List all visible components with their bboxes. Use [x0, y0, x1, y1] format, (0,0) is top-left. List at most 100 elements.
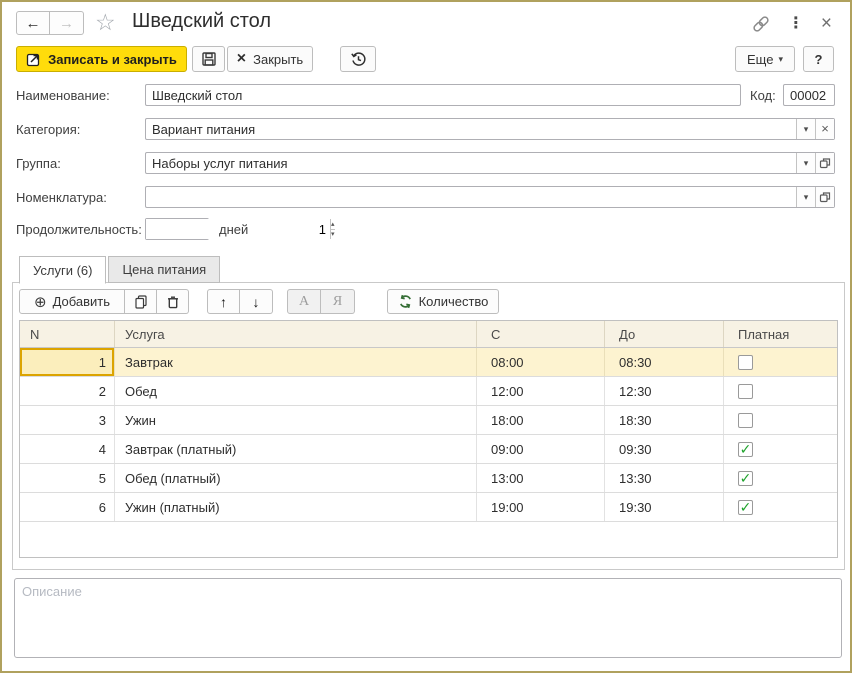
- cell-paid[interactable]: [724, 406, 837, 434]
- arrow-up-icon: ↑: [220, 294, 227, 310]
- back-button[interactable]: ←: [16, 11, 50, 35]
- kebab-menu-icon[interactable]: ⋮: [788, 16, 804, 32]
- nomenclature-input[interactable]: [146, 187, 796, 207]
- column-header-to[interactable]: До: [605, 321, 724, 347]
- cell-to[interactable]: 12:30: [605, 377, 724, 405]
- cell-n[interactable]: 6: [20, 493, 115, 521]
- group-dropdown-button[interactable]: ▾: [796, 153, 815, 173]
- copy-pages-icon: [133, 294, 149, 310]
- cell-service[interactable]: Завтрак (платный): [115, 435, 477, 463]
- cell-n[interactable]: 2: [20, 377, 115, 405]
- help-button[interactable]: ?: [803, 46, 834, 72]
- more-button[interactable]: Еще ▾: [735, 46, 795, 72]
- nomenclature-dropdown-button[interactable]: ▾: [796, 187, 815, 207]
- cell-service[interactable]: Завтрак: [115, 348, 477, 376]
- cell-paid[interactable]: [724, 377, 837, 405]
- cell-from[interactable]: 19:00: [477, 493, 605, 521]
- refresh-count-label: Количество: [419, 294, 489, 309]
- copy-row-button[interactable]: [125, 289, 157, 314]
- cell-service[interactable]: Обед (платный): [115, 464, 477, 492]
- history-button[interactable]: [340, 46, 376, 72]
- sort-asc-button[interactable]: А: [287, 289, 321, 314]
- chevron-down-icon: ▾: [804, 158, 809, 169]
- spin-up-icon[interactable]: ▴: [331, 219, 335, 230]
- tab-services[interactable]: Услуги (6): [19, 256, 106, 284]
- save-button[interactable]: [192, 46, 225, 72]
- duration-field-label: Продолжительность:: [16, 222, 142, 237]
- table-edit-buttons: ⊕ Добавить: [19, 289, 189, 314]
- paid-checkbox[interactable]: [738, 442, 753, 457]
- category-dropdown-button[interactable]: ▾: [796, 119, 815, 139]
- paid-checkbox[interactable]: [738, 500, 753, 515]
- code-input[interactable]: [783, 84, 835, 106]
- service-table-body: 1Завтрак08:0008:302Обед12:0012:303Ужин18…: [20, 348, 837, 522]
- cell-paid[interactable]: [724, 348, 837, 376]
- cell-to[interactable]: 09:30: [605, 435, 724, 463]
- open-item-icon: [819, 157, 831, 169]
- table-row[interactable]: 6Ужин (платный)19:0019:30: [20, 493, 837, 522]
- cell-n[interactable]: 4: [20, 435, 115, 463]
- column-header-from[interactable]: С: [477, 321, 605, 347]
- move-buttons: ↑ ↓: [207, 289, 273, 314]
- paid-checkbox[interactable]: [738, 413, 753, 428]
- cell-service[interactable]: Ужин: [115, 406, 477, 434]
- paid-checkbox[interactable]: [738, 471, 753, 486]
- cell-service[interactable]: Ужин (платный): [115, 493, 477, 521]
- cell-from[interactable]: 08:00: [477, 348, 605, 376]
- cell-from[interactable]: 18:00: [477, 406, 605, 434]
- cell-paid[interactable]: [724, 464, 837, 492]
- spin-down-icon[interactable]: ▾: [331, 230, 335, 240]
- add-label: Добавить: [53, 294, 110, 309]
- cell-to[interactable]: 13:30: [605, 464, 724, 492]
- move-down-button[interactable]: ↓: [240, 289, 273, 314]
- column-header-paid[interactable]: Платная: [724, 321, 837, 347]
- cell-from[interactable]: 12:00: [477, 377, 605, 405]
- chevron-down-icon: ▾: [778, 54, 783, 65]
- delete-row-button[interactable]: [157, 289, 189, 314]
- tab-food-price[interactable]: Цена питания: [108, 256, 220, 283]
- window-close-icon[interactable]: ×: [821, 16, 832, 32]
- forward-button[interactable]: →: [50, 11, 84, 35]
- cell-from[interactable]: 09:00: [477, 435, 605, 463]
- cell-paid[interactable]: [724, 435, 837, 463]
- arrow-left-icon: ←: [26, 15, 41, 32]
- cell-n[interactable]: 3: [20, 406, 115, 434]
- save-close-icon: [26, 51, 42, 67]
- refresh-group: Количество: [387, 289, 499, 314]
- category-clear-button[interactable]: ×: [815, 119, 834, 139]
- cell-from[interactable]: 13:00: [477, 464, 605, 492]
- table-row[interactable]: 4Завтрак (платный)09:0009:30: [20, 435, 837, 464]
- cell-paid[interactable]: [724, 493, 837, 521]
- cell-n[interactable]: 1: [20, 348, 115, 376]
- save-and-close-button[interactable]: Записать и закрыть: [16, 46, 187, 72]
- nomenclature-open-button[interactable]: [815, 187, 834, 207]
- table-row[interactable]: 3Ужин18:0018:30: [20, 406, 837, 435]
- paid-checkbox[interactable]: [738, 355, 753, 370]
- table-row[interactable]: 1Завтрак08:0008:30: [20, 348, 837, 377]
- column-header-n[interactable]: N: [20, 321, 115, 347]
- move-up-button[interactable]: ↑: [207, 289, 240, 314]
- cell-to[interactable]: 18:30: [605, 406, 724, 434]
- cell-to[interactable]: 08:30: [605, 348, 724, 376]
- category-input[interactable]: [146, 119, 796, 139]
- cell-service[interactable]: Обед: [115, 377, 477, 405]
- description-textarea[interactable]: [14, 578, 842, 658]
- table-row[interactable]: 2Обед12:0012:30: [20, 377, 837, 406]
- name-input[interactable]: [145, 84, 741, 106]
- favorite-star-icon[interactable]: ☆: [95, 9, 116, 36]
- duration-suffix-label: дней: [219, 222, 248, 237]
- link-icon[interactable]: [751, 14, 771, 34]
- cell-to[interactable]: 19:30: [605, 493, 724, 521]
- sort-asc-label: А: [299, 294, 309, 310]
- column-header-service[interactable]: Услуга: [115, 321, 477, 347]
- close-button[interactable]: × Закрыть: [227, 46, 313, 72]
- sort-desc-button[interactable]: Я: [321, 289, 355, 314]
- cell-n[interactable]: 5: [20, 464, 115, 492]
- table-row[interactable]: 5Обед (платный)13:0013:30: [20, 464, 837, 493]
- add-row-button[interactable]: ⊕ Добавить: [19, 289, 125, 314]
- group-open-button[interactable]: [815, 153, 834, 173]
- paid-checkbox[interactable]: [738, 384, 753, 399]
- refresh-count-button[interactable]: Количество: [387, 289, 499, 314]
- name-field-label: Наименование:: [16, 88, 110, 103]
- group-input[interactable]: [146, 153, 796, 173]
